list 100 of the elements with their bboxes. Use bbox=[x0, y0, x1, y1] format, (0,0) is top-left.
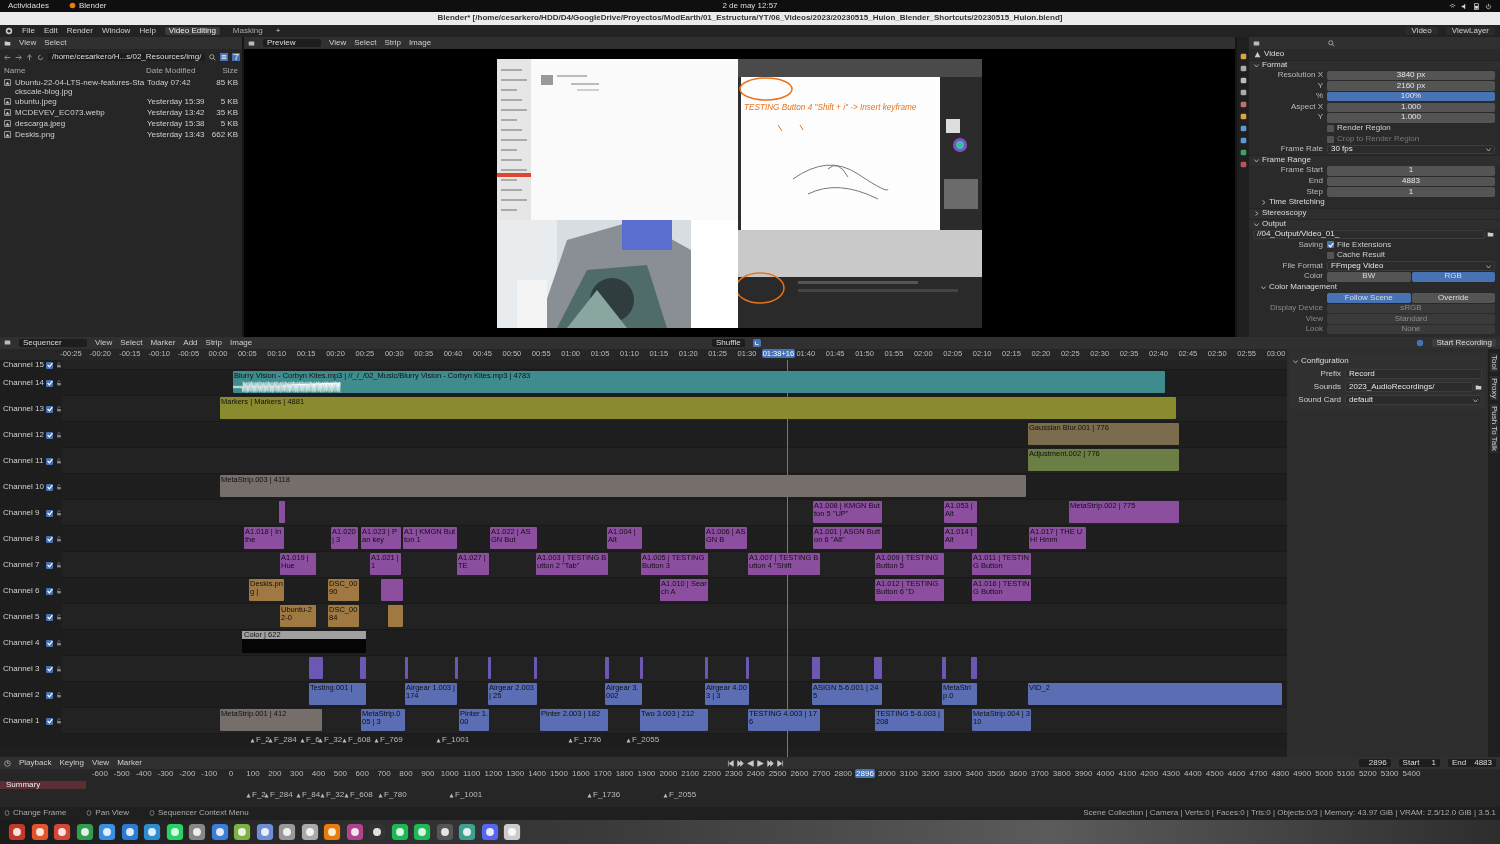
overlap-mode-dropdown[interactable]: Shuffle bbox=[712, 338, 745, 348]
menu-item[interactable]: Select bbox=[120, 338, 143, 348]
refresh-icon[interactable] bbox=[37, 53, 44, 61]
marker-icon[interactable] bbox=[587, 792, 592, 798]
text-field[interactable]: 2023_AudioRecordings/ bbox=[1345, 382, 1473, 392]
list-view-icon[interactable] bbox=[220, 53, 229, 61]
lock-icon[interactable] bbox=[56, 692, 62, 698]
lock-icon[interactable] bbox=[56, 666, 62, 672]
checkbox[interactable] bbox=[46, 457, 53, 465]
sidebar-tab[interactable]: Push To Talk bbox=[1489, 404, 1499, 454]
activities-button[interactable]: Actividades bbox=[8, 1, 49, 11]
app-icon[interactable] bbox=[435, 823, 454, 841]
end-frame-field[interactable]: 4883 bbox=[1474, 758, 1492, 768]
marker-icon[interactable] bbox=[626, 737, 631, 743]
number-field[interactable]: 3840 px bbox=[1327, 70, 1495, 81]
editor-type-icon[interactable] bbox=[4, 339, 11, 347]
panel-header[interactable]: Configuration bbox=[1293, 356, 1482, 367]
menu-item[interactable]: Image bbox=[408, 38, 432, 48]
menu-item[interactable]: Help bbox=[139, 26, 156, 36]
folder-icon[interactable] bbox=[1475, 383, 1482, 391]
menu-item[interactable]: Edit bbox=[43, 26, 58, 36]
playback-icon[interactable] bbox=[737, 759, 744, 767]
marker-icon[interactable] bbox=[296, 792, 301, 798]
file-name[interactable]: MCDEVEV_EC073.webp bbox=[15, 109, 145, 118]
checkbox[interactable] bbox=[46, 587, 53, 595]
marker-icon[interactable] bbox=[250, 737, 255, 743]
marker-icon[interactable] bbox=[436, 737, 441, 743]
marker-icon[interactable] bbox=[246, 792, 251, 798]
sidebar-tab[interactable]: Tool bbox=[1489, 353, 1499, 372]
lock-icon[interactable] bbox=[56, 588, 62, 594]
checkbox[interactable] bbox=[46, 613, 53, 621]
panel-header[interactable]: Frame Range bbox=[1249, 154, 1500, 166]
menu-item[interactable]: Strip bbox=[205, 338, 222, 348]
marker-icon[interactable] bbox=[318, 737, 323, 743]
snap-icon[interactable] bbox=[752, 339, 761, 347]
checkbox[interactable] bbox=[46, 361, 53, 369]
app-icon[interactable] bbox=[30, 823, 49, 841]
app-icon[interactable] bbox=[188, 823, 206, 841]
editor-type-icon[interactable] bbox=[248, 39, 255, 47]
app-icon[interactable] bbox=[120, 823, 139, 841]
marker-icon[interactable] bbox=[344, 792, 349, 798]
number-field[interactable]: 1.000 bbox=[1327, 113, 1495, 123]
lock-icon[interactable] bbox=[56, 406, 62, 412]
toggle-option[interactable]: BW bbox=[1327, 272, 1411, 282]
menu-item[interactable]: View bbox=[329, 38, 347, 48]
app-icon[interactable] bbox=[300, 823, 319, 841]
app-icon[interactable] bbox=[255, 823, 274, 841]
file-name[interactable]: descarga.jpeg bbox=[15, 120, 145, 129]
app-icon[interactable] bbox=[480, 823, 499, 841]
power-icon[interactable] bbox=[1485, 2, 1492, 10]
checkbox[interactable] bbox=[46, 379, 53, 387]
toggle-option[interactable]: RGB bbox=[1411, 272, 1495, 282]
clock-icon[interactable] bbox=[4, 759, 11, 767]
menu-item[interactable]: Select bbox=[44, 38, 67, 48]
marker-icon[interactable] bbox=[320, 792, 325, 798]
marker-icon[interactable] bbox=[300, 737, 305, 743]
menu-item[interactable]: Add bbox=[183, 338, 198, 348]
marker-icon[interactable] bbox=[663, 792, 668, 798]
menu-item[interactable]: Render bbox=[66, 26, 93, 36]
menu-item[interactable]: Keying bbox=[59, 758, 84, 768]
up-arrow-icon[interactable] bbox=[26, 53, 33, 61]
workspace-tab[interactable]: Masking bbox=[228, 26, 267, 36]
app-icon[interactable] bbox=[165, 823, 184, 841]
path-field[interactable]: /home/cesarkero/H...s/02_Resources/img/ bbox=[48, 52, 206, 62]
menu-item[interactable]: View bbox=[91, 758, 110, 768]
folder-icon[interactable] bbox=[1487, 230, 1494, 238]
lock-icon[interactable] bbox=[56, 614, 62, 620]
checkbox[interactable] bbox=[46, 431, 53, 439]
column-header[interactable]: Size bbox=[206, 67, 238, 76]
lock-icon[interactable] bbox=[56, 432, 62, 438]
checkbox[interactable] bbox=[46, 405, 53, 413]
path-field[interactable]: //04_Output/Video_01_ bbox=[1253, 229, 1485, 240]
scene-field[interactable]: Video bbox=[1405, 26, 1438, 36]
number-field[interactable]: 1 bbox=[1327, 166, 1495, 176]
sidebar-tab[interactable]: Proxy bbox=[1489, 375, 1499, 401]
editor-type-icon[interactable] bbox=[1253, 39, 1260, 47]
lock-icon[interactable] bbox=[56, 380, 62, 386]
menu-item[interactable]: Window bbox=[101, 26, 131, 36]
marker-icon[interactable] bbox=[378, 792, 383, 798]
view-layer-field[interactable]: ViewLayer bbox=[1445, 26, 1495, 36]
battery-icon[interactable] bbox=[1473, 2, 1480, 10]
menu-item[interactable]: File bbox=[22, 26, 35, 36]
checkbox[interactable] bbox=[1327, 124, 1334, 132]
marker-icon[interactable] bbox=[374, 737, 379, 743]
number-field[interactable]: 1.000 bbox=[1327, 102, 1495, 112]
checkbox[interactable] bbox=[46, 639, 53, 647]
lock-icon[interactable] bbox=[56, 718, 62, 724]
playback-icon[interactable] bbox=[767, 759, 774, 767]
clock[interactable]: 2 de may 12:57 bbox=[722, 1, 778, 11]
app-icon[interactable] bbox=[143, 823, 161, 841]
app-icon[interactable] bbox=[345, 823, 364, 841]
app-icon[interactable] bbox=[323, 823, 341, 841]
file-name[interactable]: ubuntu.jpeg bbox=[15, 98, 145, 108]
checkbox[interactable] bbox=[46, 717, 53, 725]
number-field[interactable]: 1 bbox=[1327, 187, 1495, 197]
lock-icon[interactable] bbox=[56, 536, 62, 542]
app-icon[interactable] bbox=[98, 823, 116, 841]
panel-header[interactable]: Format bbox=[1249, 59, 1500, 71]
back-arrow-icon[interactable] bbox=[4, 53, 11, 61]
editor-dropdown[interactable]: Sequencer bbox=[19, 338, 87, 348]
